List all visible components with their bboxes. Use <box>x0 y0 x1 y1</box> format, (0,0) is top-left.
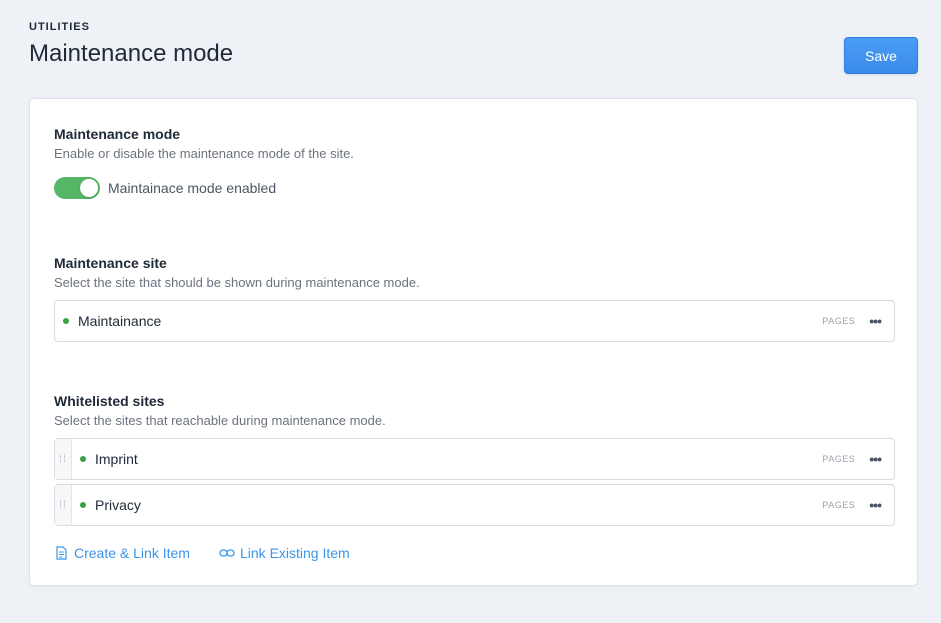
status-dot <box>80 502 86 508</box>
item-name: Privacy <box>95 497 141 513</box>
create-document-icon <box>56 545 67 560</box>
maintenance-mode-title: Maintenance mode <box>54 126 181 142</box>
maintenance-site-item[interactable]: Maintainance PAGES ••• <box>54 300 895 342</box>
whitelisted-sites-description: Select the sites that reachable during m… <box>54 413 386 428</box>
save-button[interactable]: Save <box>844 37 918 74</box>
whitelisted-item[interactable]: ⁞⁞ Privacy PAGES ••• <box>54 484 895 526</box>
whitelisted-sites-title: Whitelisted sites <box>54 393 165 409</box>
maintenance-site-description: Select the site that should be shown dur… <box>54 275 420 290</box>
more-options-icon[interactable]: ••• <box>869 451 882 467</box>
page-title: Maintenance mode <box>29 40 234 67</box>
create-link-item-label: Create & Link Item <box>74 545 190 561</box>
maintenance-mode-toggle[interactable] <box>54 177 100 199</box>
maintenance-mode-toggle-label: Maintainace mode enabled <box>108 180 277 196</box>
status-dot <box>63 318 69 324</box>
item-type-badge: PAGES <box>822 316 856 326</box>
more-options-icon[interactable]: ••• <box>869 497 882 513</box>
item-name: Maintainance <box>78 313 162 329</box>
status-dot <box>80 456 86 462</box>
toggle-knob <box>80 179 98 197</box>
link-existing-item-button[interactable]: Link Existing Item <box>219 545 350 561</box>
more-options-icon[interactable]: ••• <box>869 313 882 329</box>
drag-handle-icon[interactable]: ⁞⁞ <box>55 485 72 525</box>
settings-card: Maintenance mode Enable or disable the m… <box>29 98 918 586</box>
maintenance-mode-description: Enable or disable the maintenance mode o… <box>54 146 354 161</box>
item-name: Imprint <box>95 451 138 467</box>
item-type-badge: PAGES <box>822 500 856 510</box>
create-link-item-button[interactable]: Create & Link Item <box>54 545 190 561</box>
link-existing-item-label: Link Existing Item <box>240 545 350 561</box>
page-eyebrow: UTILITIES <box>29 21 90 33</box>
item-type-badge: PAGES <box>822 454 856 464</box>
drag-handle-icon[interactable]: ⁞⁞ <box>55 439 72 479</box>
maintenance-site-title: Maintenance site <box>54 255 167 271</box>
whitelisted-item[interactable]: ⁞⁞ Imprint PAGES ••• <box>54 438 895 480</box>
link-icon <box>219 549 235 557</box>
